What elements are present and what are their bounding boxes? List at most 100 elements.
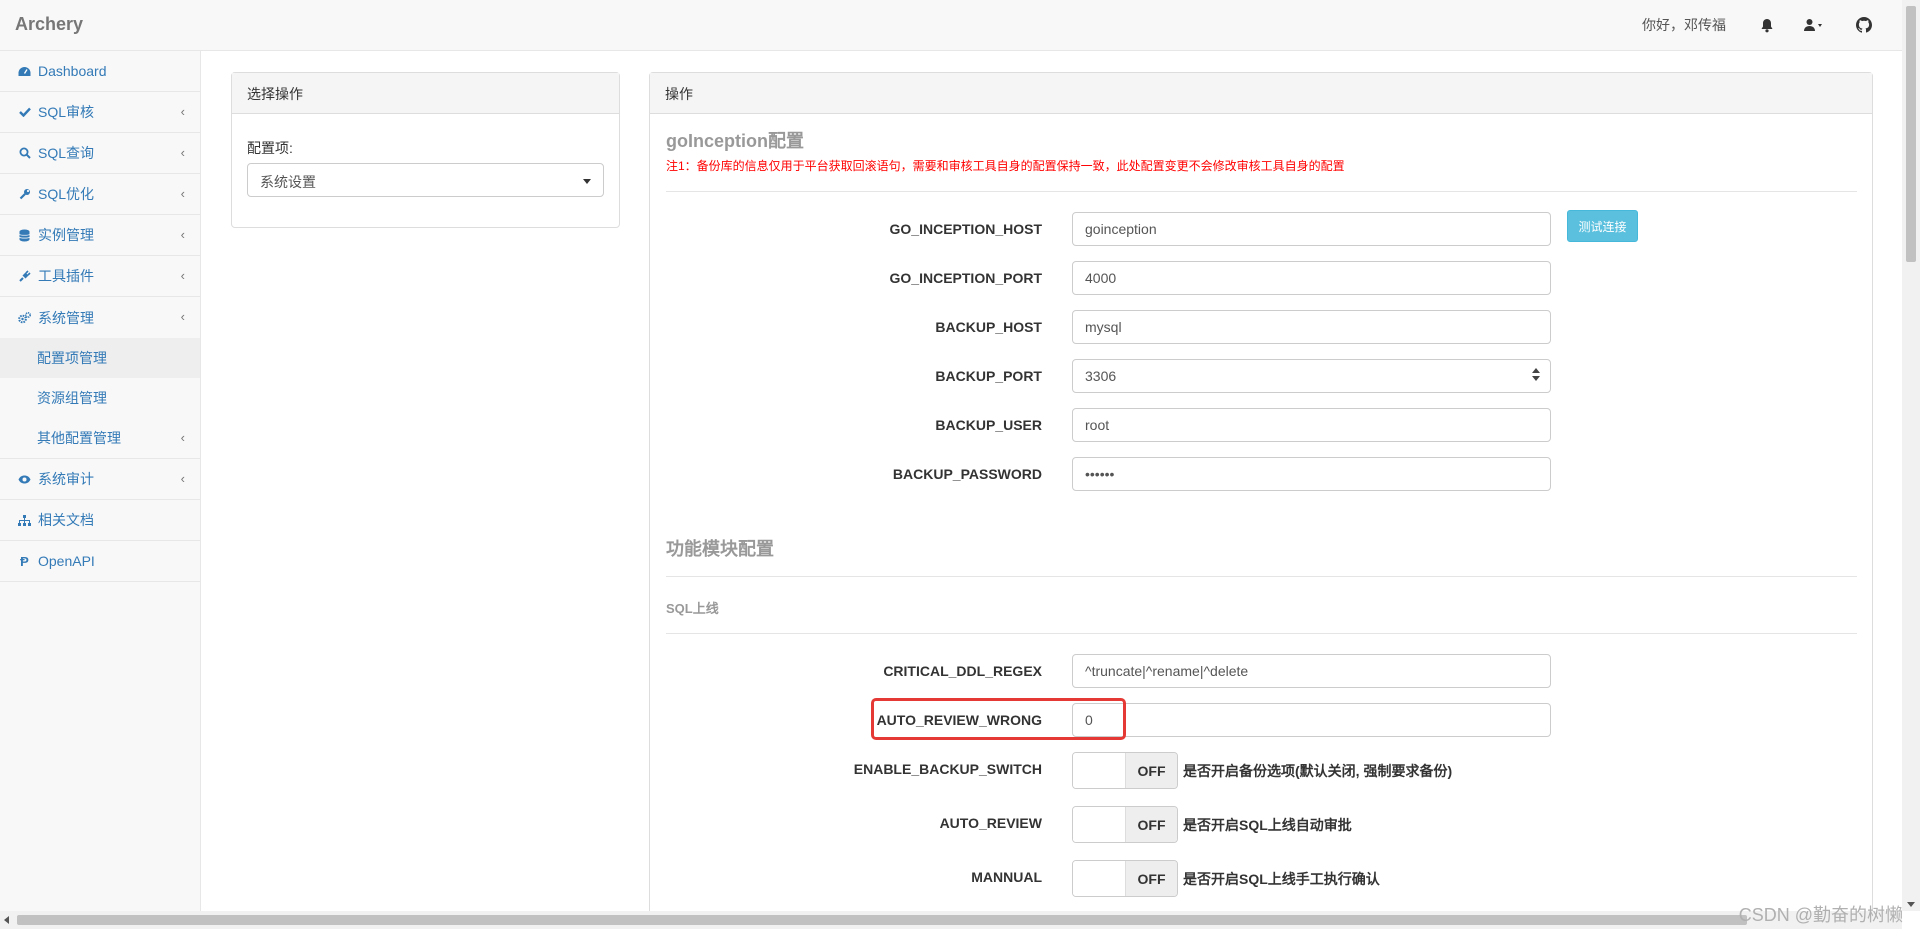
sidebar-item-label: 系统审计 (38, 471, 94, 487)
number-spinner-icon[interactable] (1532, 368, 1540, 381)
user-icon[interactable] (1804, 18, 1826, 32)
top-navbar: Archery 你好，邓传福 (0, 0, 1902, 51)
goinception-note: 注1：备份库的信息仅用于平台获取回滚语句，需要和审核工具自身的配置保持一致，此处… (666, 159, 1345, 173)
wrench-icon (17, 188, 32, 200)
search-icon (17, 147, 32, 159)
input-value: goinception (1085, 221, 1157, 237)
scroll-down-arrow-icon[interactable] (1907, 902, 1915, 907)
sidebar-item-plugins[interactable]: 工具插件 ‹ (0, 256, 200, 297)
input-value: •••••• (1085, 466, 1115, 482)
sidebar-item-label: SQL查询 (38, 145, 95, 161)
field-label: BACKUP_HOST (935, 319, 1042, 335)
backup-port-input[interactable]: 3306 (1072, 359, 1551, 393)
panel-heading: 选择操作 (232, 73, 619, 114)
switch-label: MANNUAL (971, 869, 1042, 885)
chevron-left-icon: ‹ (180, 227, 185, 242)
greeting-text: 你好，邓传福 (1642, 17, 1726, 33)
backup-host-input[interactable]: mysql (1072, 310, 1551, 344)
go-inception-host-input[interactable]: goinception (1072, 212, 1551, 246)
sidebar-item-label: SQL优化 (38, 186, 95, 202)
dashboard-icon (17, 66, 32, 77)
sidebar: Dashboard SQL审核 ‹ SQL查询 ‹ SQL优化 ‹ 实例管理 ‹… (0, 51, 201, 911)
sidebar-subitem-label: 配置项管理 (37, 350, 107, 366)
field-label: CRITICAL_DDL_REGEX (883, 663, 1042, 679)
sidebar-item-openapi[interactable]: Ᵽ OpenAPI (0, 541, 200, 582)
field-label: BACKUP_PASSWORD (892, 466, 1042, 482)
sidebar-subitem-resource-group[interactable]: 资源组管理 (0, 378, 200, 418)
switch-label: AUTO_REVIEW (939, 815, 1042, 831)
sidebar-item-instances[interactable]: 实例管理 ‹ (0, 215, 200, 256)
sidebar-item-label: 实例管理 (38, 227, 94, 243)
toggle-state: OFF (1126, 861, 1177, 896)
enable-backup-switch-toggle[interactable]: OFF (1072, 752, 1178, 789)
sidebar-subitem-label: 其他配置管理 (37, 430, 121, 446)
field-label: GO_INCEPTION_HOST (889, 221, 1042, 237)
horizontal-scrollbar[interactable] (0, 911, 1902, 929)
toggle-state: OFF (1126, 753, 1177, 788)
chevron-left-icon: ‹ (180, 471, 185, 486)
toggle-state: OFF (1126, 807, 1177, 842)
select-operation-panel: 选择操作 配置项: 系统设置 (231, 72, 620, 228)
divider (666, 191, 1857, 192)
panel-heading: 操作 (650, 73, 1872, 114)
switch-label: ENABLE_BACKUP_SWITCH (853, 761, 1042, 777)
plug-icon (17, 270, 32, 282)
input-value: 4000 (1085, 270, 1117, 286)
check-icon (17, 107, 32, 117)
config-select[interactable]: 系统设置 (247, 163, 604, 197)
divider (666, 576, 1857, 577)
sidebar-item-docs[interactable]: 相关文档 (0, 500, 200, 541)
database-icon (17, 229, 32, 242)
test-connection-button[interactable]: 测试连接 (1567, 210, 1638, 242)
chevron-left-icon: ‹ (180, 186, 185, 201)
critical-ddl-regex-input[interactable]: ^truncate|^rename|^delete (1072, 654, 1551, 688)
chevron-left-icon: ‹ (180, 145, 185, 160)
backup-password-input[interactable]: •••••• (1072, 457, 1551, 491)
sidebar-item-sql-review[interactable]: SQL审核 ‹ (0, 92, 200, 133)
sql-online-subtitle: SQL上线 (666, 601, 719, 616)
sidebar-item-sql-optimize[interactable]: SQL优化 ‹ (0, 174, 200, 215)
config-select-value: 系统设置 (260, 174, 316, 190)
scroll-left-arrow-icon[interactable] (4, 916, 9, 924)
github-icon[interactable] (1856, 17, 1872, 33)
sidebar-item-audit[interactable]: 系统审计 ‹ (0, 459, 200, 500)
api-icon: Ᵽ (20, 553, 29, 569)
mannual-toggle[interactable]: OFF (1072, 860, 1178, 897)
vertical-scrollbar[interactable] (1902, 0, 1920, 911)
config-label: 配置项: (247, 140, 293, 156)
field-label: BACKUP_USER (935, 417, 1042, 433)
sidebar-subitem-config[interactable]: 配置项管理 (0, 338, 200, 378)
sidebar-item-sql-query[interactable]: SQL查询 ‹ (0, 133, 200, 174)
navbar-right: 你好，邓传福 (1642, 0, 1902, 50)
sidebar-item-label: 工具插件 (38, 268, 94, 284)
switch-help-text: 是否开启备份选项(默认关闭, 强制要求备份) (1183, 763, 1453, 779)
go-inception-port-input[interactable]: 4000 (1072, 261, 1551, 295)
auto-review-toggle[interactable]: OFF (1072, 806, 1178, 843)
sitemap-icon (17, 514, 32, 526)
chevron-left-icon: ‹ (180, 430, 185, 445)
sidebar-subitem-other-config[interactable]: 其他配置管理 ‹ (0, 418, 200, 458)
sidebar-item-label: OpenAPI (38, 553, 95, 569)
backup-user-input[interactable]: root (1072, 408, 1551, 442)
system-management-group: 系统管理 ‹ 配置项管理 资源组管理 其他配置管理 ‹ (0, 297, 200, 459)
sidebar-item-system-management[interactable]: 系统管理 ‹ (0, 297, 200, 338)
scroll-thumb[interactable] (1906, 6, 1916, 262)
gears-icon (17, 311, 32, 324)
goinception-section-title: goInception配置 (666, 131, 804, 151)
chevron-left-icon: ‹ (180, 104, 185, 119)
brand-logo[interactable]: Archery (15, 14, 83, 35)
sidebar-item-label: Dashboard (38, 63, 107, 79)
eye-icon (17, 475, 32, 484)
sidebar-item-label: SQL审核 (38, 104, 95, 120)
sidebar-item-label: 系统管理 (38, 309, 94, 326)
switch-help-text: 是否开启SQL上线手工执行确认 (1183, 871, 1380, 887)
sidebar-item-label: 相关文档 (38, 512, 94, 528)
sidebar-item-dashboard[interactable]: Dashboard (0, 51, 200, 92)
operation-panel: 操作 goInception配置 注1：备份库的信息仅用于平台获取回滚语句，需要… (649, 72, 1873, 929)
scroll-thumb[interactable] (17, 915, 1747, 925)
chevron-left-icon: ‹ (180, 309, 185, 324)
sidebar-subitem-label: 资源组管理 (37, 390, 107, 406)
input-value: ^truncate|^rename|^delete (1085, 663, 1249, 679)
auto-review-wrong-input[interactable]: 0 (1072, 703, 1551, 737)
bell-icon[interactable] (1760, 18, 1774, 33)
